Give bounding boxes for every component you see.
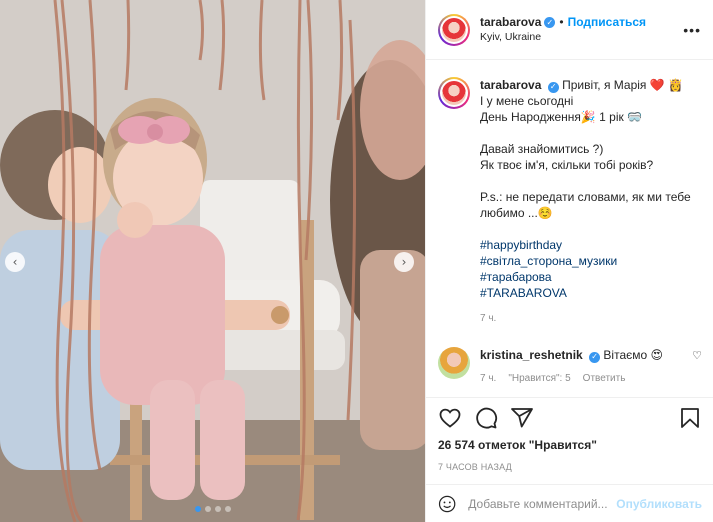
- caption-line: Як твоє ім'я, скільки тобі років?: [480, 158, 654, 172]
- caption-line: Привіт, я Марія ❤️ 👸: [562, 78, 683, 92]
- post-caption: tarabarova ✓ Привіт, я Марія ❤️ 👸 І у ме…: [438, 77, 702, 327]
- carousel-dot: [204, 506, 211, 512]
- comment-input[interactable]: [468, 496, 617, 511]
- comment-like-heart-icon[interactable]: ♡: [692, 349, 702, 362]
- commenter-username[interactable]: kristina_reshetnik: [480, 348, 583, 362]
- caption-avatar[interactable]: [438, 77, 470, 109]
- caption-line: І у мене сьогодні: [480, 94, 574, 108]
- share-send-icon[interactable]: [510, 406, 534, 430]
- verified-badge-icon: ✓: [589, 351, 601, 363]
- caption-line: любимо ...☺️: [480, 206, 553, 220]
- carousel-dot: [214, 506, 221, 512]
- emoji-icon[interactable]: [438, 493, 456, 515]
- caption-line: День Народження🎉 1 рік 🥽: [480, 110, 643, 124]
- follow-button[interactable]: Подписаться: [568, 15, 646, 30]
- comment-likes-link[interactable]: "Нравится": 5: [508, 371, 570, 387]
- avatar-image: [442, 17, 466, 42]
- caption-line: P.s.: не передати словами, як ми тебе: [480, 190, 691, 204]
- hashtag-link[interactable]: #TARABAROVA: [480, 285, 691, 301]
- post-side-panel: tarabarova ✓ • Подписаться Kyiv, Ukraine…: [425, 0, 713, 522]
- comment-bubble-icon[interactable]: [474, 406, 498, 430]
- caption-line: Давай знайомитись ?): [480, 142, 604, 156]
- carousel-dot: [194, 506, 201, 512]
- separator: •: [559, 14, 564, 29]
- post-timestamp: 7 часов назад: [438, 462, 512, 472]
- carousel-dot: [224, 506, 231, 512]
- carousel-next-button[interactable]: ›: [394, 252, 414, 272]
- post-photo[interactable]: ‹ ›: [0, 0, 425, 522]
- comment-timestamp: 7 ч.: [480, 373, 497, 384]
- chevron-right-icon: ›: [401, 255, 407, 269]
- verified-badge-icon: ✓: [544, 16, 556, 28]
- avatar-image: [442, 81, 466, 105]
- publish-button[interactable]: Опубликовать: [616, 497, 702, 511]
- comment-item: kristina_reshetnik ✓ Вітаємо 😍 7 ч. "Нра…: [438, 347, 702, 387]
- add-comment-bar: Опубликовать: [426, 484, 713, 522]
- more-options-icon[interactable]: •••: [683, 22, 701, 38]
- bookmark-icon[interactable]: [678, 406, 702, 430]
- like-heart-icon[interactable]: [438, 406, 462, 430]
- post-actions: 26 574 отметок "Нравится" 7 часов назад: [426, 397, 713, 472]
- comment-text: Вітаємо 😍: [603, 348, 664, 362]
- carousel-dots: [0, 506, 425, 512]
- hashtag-link[interactable]: #happybirthday: [480, 237, 691, 253]
- hashtag-link[interactable]: #тарабарова: [480, 269, 691, 285]
- caption-timestamp: 7 ч.: [480, 313, 497, 324]
- verified-badge-icon: ✓: [547, 81, 559, 93]
- post-header: tarabarova ✓ • Подписаться Kyiv, Ukraine…: [426, 0, 713, 60]
- avatar[interactable]: [438, 13, 470, 46]
- author-username[interactable]: tarabarova: [480, 15, 541, 30]
- likes-count[interactable]: 26 574 отметок "Нравится": [438, 438, 702, 452]
- hashtag-link[interactable]: #світла_сторона_музики: [480, 253, 691, 269]
- post-location[interactable]: Kyiv, Ukraine: [480, 30, 646, 45]
- photo-illustration: [0, 0, 425, 522]
- chevron-left-icon: ‹: [12, 255, 18, 269]
- caption-username[interactable]: tarabarova: [480, 78, 541, 92]
- carousel-prev-button[interactable]: ‹: [5, 252, 25, 272]
- commenter-avatar[interactable]: [438, 347, 470, 379]
- reply-button[interactable]: Ответить: [583, 371, 626, 387]
- comments-section: tarabarova ✓ Привіт, я Марія ❤️ 👸 І у ме…: [426, 61, 713, 397]
